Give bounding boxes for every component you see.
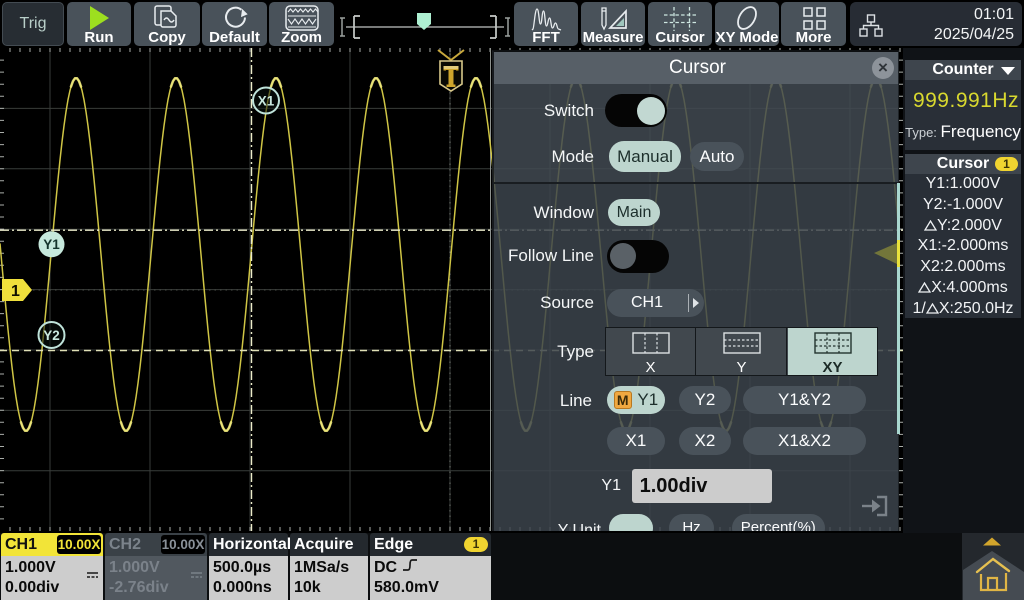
svg-text:Y1: Y1: [43, 237, 60, 252]
svg-text:Y2: Y2: [43, 328, 60, 343]
svg-text:X1: X1: [258, 94, 275, 109]
svg-text:1: 1: [11, 283, 20, 300]
